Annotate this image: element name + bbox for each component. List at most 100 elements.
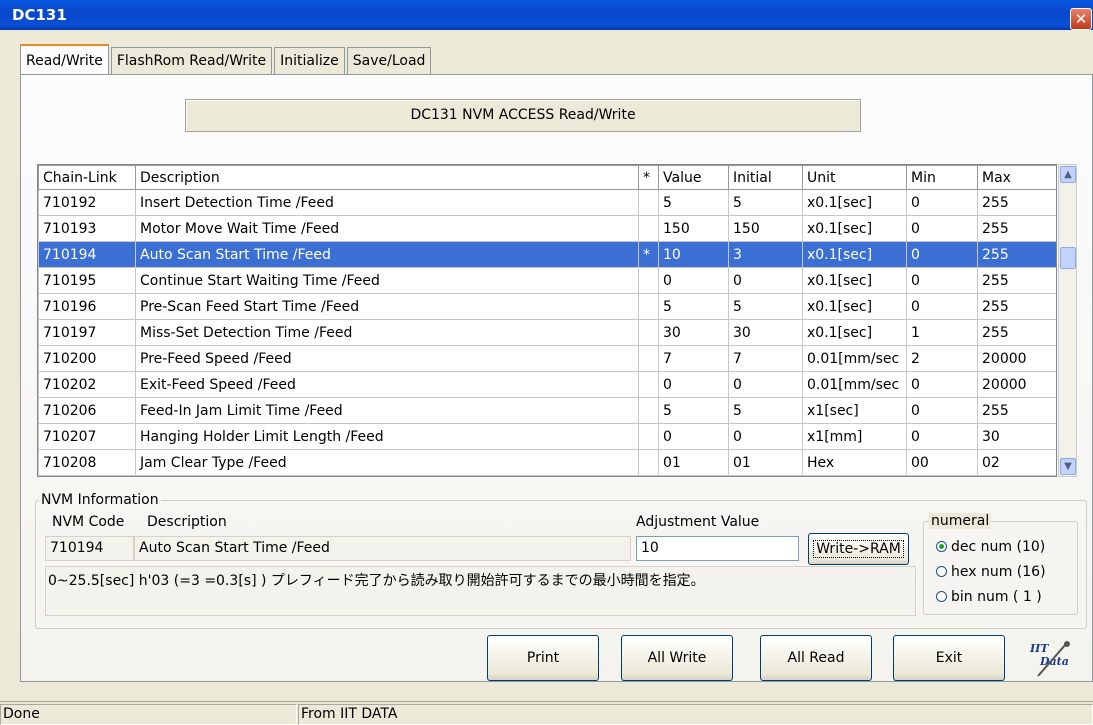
nvm-code-label: NVM Code <box>52 514 125 530</box>
scroll-up-icon[interactable]: ▲ <box>1060 166 1076 183</box>
cell-value: 0 <box>658 267 729 294</box>
cell-unit: x0.1[sec] <box>802 293 907 320</box>
table-row[interactable]: 710194 Auto Scan Start Time /Feed * 10 3 x0.1… <box>38 241 1056 268</box>
nvm-table: Chain-Link Description * Value Initial U… <box>38 165 1056 476</box>
cell-value: 10 <box>658 241 729 268</box>
cell-max: 255 <box>977 189 1056 216</box>
nvm-code-field: 710194 <box>45 536 134 561</box>
cell-max: 255 <box>977 293 1056 320</box>
tab-initialize[interactable]: Initialize <box>274 47 345 74</box>
cell-chain-link: 710200 <box>38 345 136 372</box>
table-row[interactable]: 710200 Pre-Feed Speed /Feed 7 7 0.01[mm/sec 2… <box>38 345 1056 372</box>
column-header-value[interactable]: Value <box>658 165 729 190</box>
write-to-ram-button[interactable]: Write->RAM <box>808 533 909 565</box>
all-read-button[interactable]: All Read <box>760 635 872 681</box>
cell-value: 30 <box>658 319 729 346</box>
cell-description: Auto Scan Start Time /Feed <box>135 241 639 268</box>
close-icon: ✕ <box>1074 10 1088 28</box>
cell-initial: 5 <box>728 397 803 424</box>
cell-description: Exit-Feed Speed /Feed <box>135 371 639 398</box>
print-button[interactable]: Print <box>487 635 599 681</box>
cell-changed-flag <box>638 345 659 372</box>
radio-bin-num[interactable]: bin num ( 1 ) <box>936 589 1042 605</box>
cell-min: 2 <box>906 345 978 372</box>
cell-unit: x0.1[sec] <box>802 319 907 346</box>
table-row[interactable]: 710197 Miss-Set Detection Time /Feed 30 30 x… <box>38 319 1056 346</box>
tab-read-write[interactable]: Read/Write <box>20 44 109 74</box>
tab-save-load[interactable]: Save/Load <box>346 47 432 74</box>
cell-changed-flag <box>638 371 659 398</box>
cell-initial: 5 <box>728 189 803 216</box>
nvm-info-text: 0~25.5[sec] h'03 (=3 =0.3[s] ) プレフィード完了か… <box>45 566 916 616</box>
adjustment-value-label: Adjustment Value <box>636 514 760 530</box>
nvm-description-label: Description <box>147 514 227 530</box>
cell-max: 30 <box>977 423 1056 450</box>
cell-initial: 0 <box>728 267 803 294</box>
table-row[interactable]: 710202 Exit-Feed Speed /Feed 0 0 0.01[mm/sec… <box>38 371 1056 398</box>
exit-button[interactable]: Exit <box>893 635 1005 681</box>
cell-unit: x0.1[sec] <box>802 215 907 242</box>
cell-unit: Hex <box>802 449 907 476</box>
cell-changed-flag <box>638 423 659 450</box>
radio-bin-dot <box>936 591 947 602</box>
cell-description: Miss-Set Detection Time /Feed <box>135 319 639 346</box>
cell-initial: 0 <box>728 371 803 398</box>
column-header-description[interactable]: Description <box>135 165 639 190</box>
grid-vertical-scrollbar[interactable]: ▲ ▼ <box>1058 164 1077 477</box>
cell-unit: 0.01[mm/sec <box>802 371 907 398</box>
dc131-window: DC131 ✕ Read/Write FlashRom Read/Write I… <box>0 0 1093 725</box>
table-row[interactable]: 710192 Insert Detection Time /Feed 5 5 x0.1[… <box>38 189 1056 216</box>
table-row[interactable]: 710193 Motor Move Wait Time /Feed 150 150 x0… <box>38 215 1056 242</box>
cell-min: 0 <box>906 397 978 424</box>
nvm-access-header-button[interactable]: DC131 NVM ACCESS Read/Write <box>185 99 861 132</box>
cell-chain-link: 710195 <box>38 267 136 294</box>
cell-chain-link: 710192 <box>38 189 136 216</box>
cell-chain-link: 710202 <box>38 371 136 398</box>
cell-max: 255 <box>977 267 1056 294</box>
radio-dec-num[interactable]: dec num (10) <box>936 539 1045 555</box>
close-button[interactable]: ✕ <box>1070 8 1092 30</box>
cell-min: 0 <box>906 371 978 398</box>
window-title: DC131 <box>12 6 67 24</box>
table-row[interactable]: 710195 Continue Start Waiting Time /Feed 0… <box>38 267 1056 294</box>
nvm-description-field: Auto Scan Start Time /Feed <box>134 536 631 561</box>
cell-chain-link: 710196 <box>38 293 136 320</box>
radio-bin-label: bin num ( 1 ) <box>951 589 1042 605</box>
logo-pen-icon <box>1037 641 1070 677</box>
radio-hex-num[interactable]: hex num (16) <box>936 564 1046 580</box>
adjustment-value-input[interactable]: 10 <box>636 536 799 561</box>
scroll-down-icon[interactable]: ▼ <box>1060 458 1076 475</box>
column-header-initial[interactable]: Initial <box>728 165 803 190</box>
table-row[interactable]: 710207 Hanging Holder Limit Length /Feed 0… <box>38 423 1056 450</box>
status-right: From IIT DATA <box>298 704 1093 725</box>
cell-max: 255 <box>977 319 1056 346</box>
iit-data-logo: IIT Data <box>1026 640 1076 680</box>
cell-description: Insert Detection Time /Feed <box>135 189 639 216</box>
cell-min: 1 <box>906 319 978 346</box>
scroll-thumb[interactable] <box>1060 247 1076 269</box>
cell-initial: 01 <box>728 449 803 476</box>
cell-min: 0 <box>906 189 978 216</box>
tab-strip: Read/Write FlashRom Read/Write Initializ… <box>20 44 433 74</box>
column-header-star[interactable]: * <box>638 165 659 190</box>
cell-initial: 5 <box>728 293 803 320</box>
column-header-max[interactable]: Max <box>977 165 1056 190</box>
table-row[interactable]: 710206 Feed-In Jam Limit Time /Feed 5 5 x1[s… <box>38 397 1056 424</box>
table-row[interactable]: 710208 Jam Clear Type /Feed 01 01 Hex 00 02 <box>38 449 1056 476</box>
status-left: Done <box>0 704 297 725</box>
cell-value: 0 <box>658 371 729 398</box>
column-header-unit[interactable]: Unit <box>802 165 907 190</box>
all-write-button[interactable]: All Write <box>621 635 733 681</box>
column-header-chain-link[interactable]: Chain-Link <box>38 165 136 190</box>
table-row[interactable]: 710196 Pre-Scan Feed Start Time /Feed 5 5 x0… <box>38 293 1056 320</box>
cell-unit: x0.1[sec] <box>802 267 907 294</box>
cell-changed-flag <box>638 293 659 320</box>
cell-changed-flag: * <box>638 241 659 268</box>
numeral-legend: numeral <box>929 513 992 529</box>
tab-flashrom-read-write[interactable]: FlashRom Read/Write <box>110 47 273 74</box>
cell-min: 0 <box>906 267 978 294</box>
cell-chain-link: 710193 <box>38 215 136 242</box>
cell-min: 0 <box>906 423 978 450</box>
column-header-min[interactable]: Min <box>906 165 978 190</box>
cell-initial: 150 <box>728 215 803 242</box>
